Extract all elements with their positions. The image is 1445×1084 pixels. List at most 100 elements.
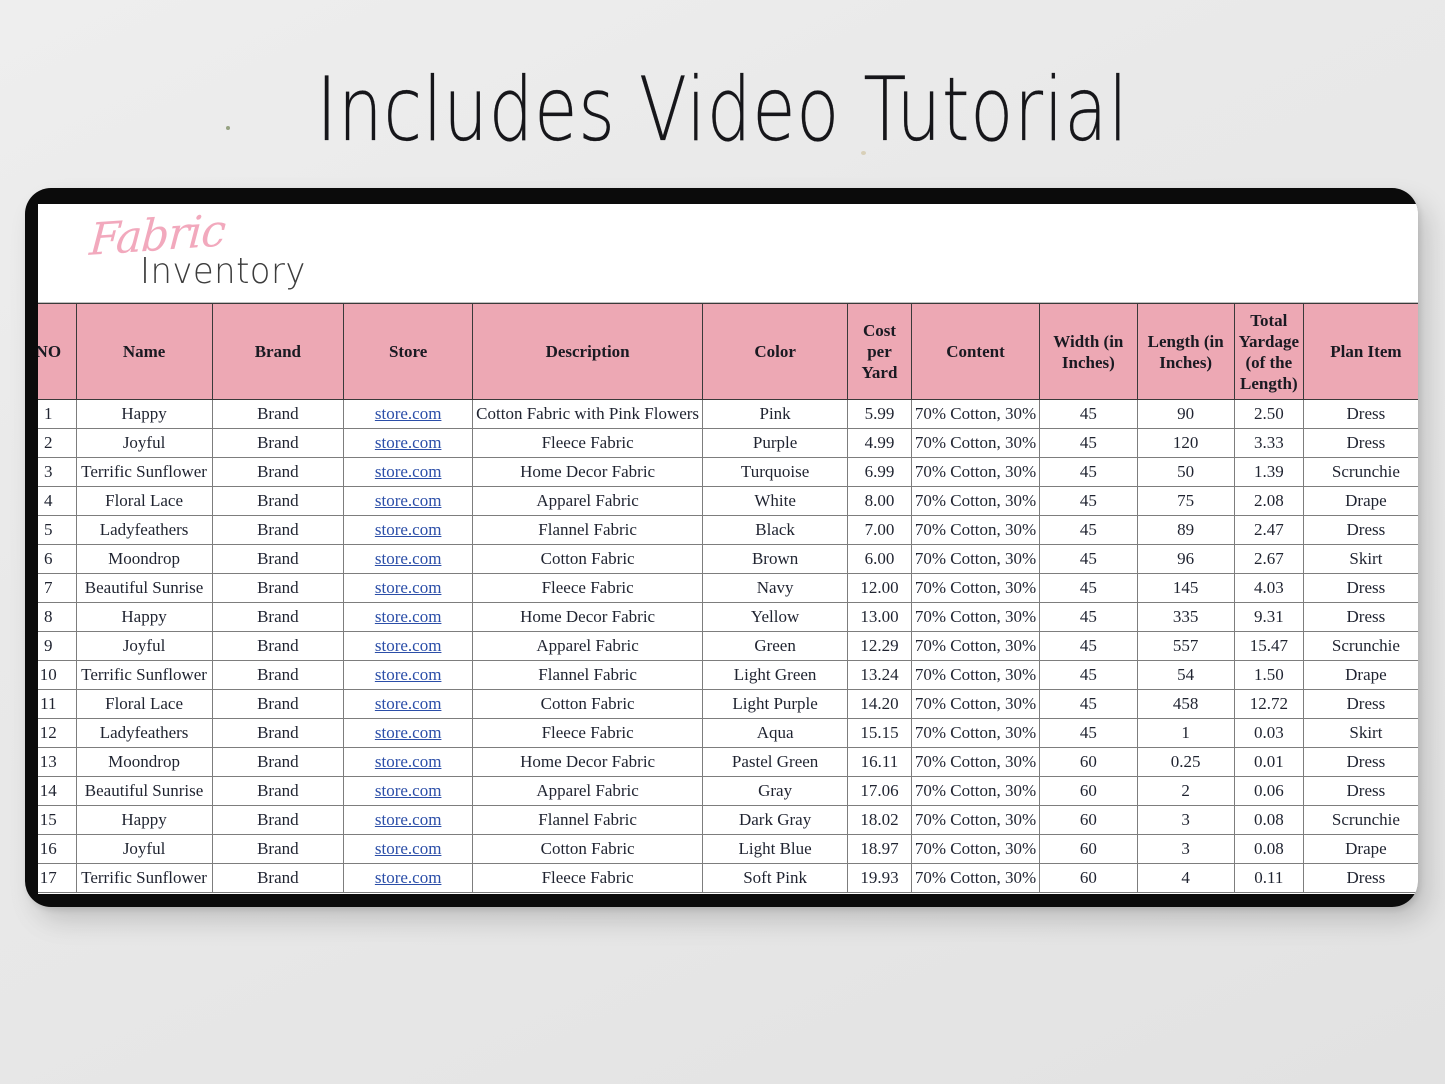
row-cell-color[interactable]: Turquoise <box>702 457 849 487</box>
row-cell-width[interactable]: 45 <box>1039 718 1138 748</box>
row-cell-name[interactable]: Terrific Sunflower <box>75 660 213 690</box>
row-cell-width[interactable]: 60 <box>1039 863 1138 893</box>
row-cell-color[interactable]: Aqua <box>702 718 849 748</box>
row-cell-yardage[interactable]: 0.08 <box>1233 805 1304 835</box>
row-cell-cost[interactable]: 13.24 <box>847 660 912 690</box>
row-cell-no[interactable]: 10 <box>38 660 77 690</box>
row-cell-description[interactable]: Fleece Fabric <box>472 863 704 893</box>
row-cell-no[interactable]: 2 <box>38 428 77 458</box>
row-cell-name[interactable]: Moondrop <box>75 747 213 777</box>
row-cell-yardage[interactable]: 4.03 <box>1233 573 1304 603</box>
row-cell-content[interactable]: 70% Cotton, 30% <box>910 689 1041 719</box>
row-cell-yardage[interactable]: 2.08 <box>1233 486 1304 516</box>
row-cell-no[interactable]: 17 <box>38 863 77 893</box>
row-cell-content[interactable]: 70% Cotton, 30% <box>910 660 1041 690</box>
row-cell-brand[interactable]: Brand <box>211 805 345 835</box>
row-cell-store[interactable]: store.com <box>343 515 474 545</box>
row-cell-color[interactable]: Light Blue <box>702 834 849 864</box>
row-cell-no[interactable]: 4 <box>38 486 77 516</box>
row-cell-length[interactable]: 120 <box>1136 428 1235 458</box>
row-cell-color[interactable]: Light Purple <box>702 689 849 719</box>
row-cell-name[interactable]: Joyful <box>75 834 213 864</box>
row-cell-description[interactable]: Home Decor Fabric <box>472 457 704 487</box>
row-cell-brand[interactable]: Brand <box>211 776 345 806</box>
row-cell-plan[interactable]: Skirt <box>1302 718 1418 748</box>
row-cell-brand[interactable]: Brand <box>211 544 345 574</box>
row-cell-description[interactable]: Fleece Fabric <box>472 428 704 458</box>
row-cell-store[interactable]: store.com <box>343 544 474 574</box>
row-cell-width[interactable]: 45 <box>1039 515 1138 545</box>
row-cell-description[interactable]: Cotton Fabric with Pink Flowers <box>472 399 704 429</box>
row-cell-no[interactable]: 6 <box>38 544 77 574</box>
row-cell-cost[interactable]: 5.99 <box>847 399 912 429</box>
row-cell-content[interactable]: 70% Cotton, 30% <box>910 457 1041 487</box>
row-cell-length[interactable]: 50 <box>1136 457 1235 487</box>
row-cell-name[interactable]: Moondrop <box>75 544 213 574</box>
row-cell-description[interactable]: Apparel Fabric <box>472 631 704 661</box>
row-cell-width[interactable]: 45 <box>1039 486 1138 516</box>
column-header-plan[interactable]: Plan Item <box>1302 303 1418 400</box>
row-cell-plan[interactable]: Dress <box>1302 863 1418 893</box>
row-cell-yardage[interactable]: 3.33 <box>1233 428 1304 458</box>
table-row[interactable]: 12 Ladyfeathers Brand store.com Fleece Fabri… <box>38 718 1418 748</box>
row-cell-store[interactable]: store.com <box>343 834 474 864</box>
table-row[interactable]: 1 Happy Brand store.com Cotton Fabric with P… <box>38 399 1418 429</box>
row-cell-yardage[interactable]: 12.72 <box>1233 689 1304 719</box>
row-cell-store[interactable]: store.com <box>343 718 474 748</box>
table-row[interactable]: 17 Terrific Sunflower Brand store.com Fleece… <box>38 863 1418 893</box>
row-cell-color[interactable]: Navy <box>702 573 849 603</box>
row-cell-cost[interactable]: 13.00 <box>847 602 912 632</box>
fabric-inventory-table[interactable]: NO Name Brand Store Description Color Co… <box>38 303 1418 893</box>
row-cell-name[interactable]: Happy <box>75 805 213 835</box>
row-cell-brand[interactable]: Brand <box>211 834 345 864</box>
row-cell-name[interactable]: Terrific Sunflower <box>75 863 213 893</box>
column-header-brand[interactable]: Brand <box>211 303 345 400</box>
row-cell-width[interactable]: 60 <box>1039 834 1138 864</box>
row-cell-plan[interactable]: Dress <box>1302 399 1418 429</box>
row-cell-color[interactable]: Brown <box>702 544 849 574</box>
row-cell-content[interactable]: 70% Cotton, 30% <box>910 863 1041 893</box>
row-cell-cost[interactable]: 4.99 <box>847 428 912 458</box>
row-cell-plan[interactable]: Dress <box>1302 515 1418 545</box>
row-cell-description[interactable]: Fleece Fabric <box>472 718 704 748</box>
row-cell-plan[interactable]: Drape <box>1302 834 1418 864</box>
row-cell-yardage[interactable]: 0.01 <box>1233 747 1304 777</box>
row-cell-color[interactable]: Yellow <box>702 602 849 632</box>
store-link[interactable]: store.com <box>375 549 442 568</box>
row-cell-color[interactable]: Gray <box>702 776 849 806</box>
table-row[interactable]: 8 Happy Brand store.com Home Decor Fabric Yel… <box>38 602 1418 632</box>
store-link[interactable]: store.com <box>375 781 442 800</box>
store-link[interactable]: store.com <box>375 694 442 713</box>
row-cell-yardage[interactable]: 2.47 <box>1233 515 1304 545</box>
row-cell-description[interactable]: Cotton Fabric <box>472 834 704 864</box>
row-cell-cost[interactable]: 18.02 <box>847 805 912 835</box>
row-cell-cost[interactable]: 19.93 <box>847 863 912 893</box>
row-cell-no[interactable]: 3 <box>38 457 77 487</box>
column-header-width[interactable]: Width (in Inches) <box>1039 303 1138 400</box>
row-cell-plan[interactable]: Scrunchie <box>1302 457 1418 487</box>
row-cell-no[interactable]: 7 <box>38 573 77 603</box>
row-cell-length[interactable]: 557 <box>1136 631 1235 661</box>
row-cell-store[interactable]: store.com <box>343 486 474 516</box>
row-cell-length[interactable]: 3 <box>1136 805 1235 835</box>
column-header-cost[interactable]: Cost per Yard <box>847 303 912 400</box>
table-row[interactable]: 16 Joyful Brand store.com Cotton Fabric Light… <box>38 834 1418 864</box>
column-header-description[interactable]: Description <box>472 303 704 400</box>
row-cell-plan[interactable]: Dress <box>1302 689 1418 719</box>
row-cell-plan[interactable]: Skirt <box>1302 544 1418 574</box>
row-cell-brand[interactable]: Brand <box>211 689 345 719</box>
row-cell-cost[interactable]: 7.00 <box>847 515 912 545</box>
row-cell-color[interactable]: White <box>702 486 849 516</box>
table-row[interactable]: 4 Floral Lace Brand store.com Apparel Fabric… <box>38 486 1418 516</box>
row-cell-width[interactable]: 45 <box>1039 660 1138 690</box>
row-cell-description[interactable]: Home Decor Fabric <box>472 747 704 777</box>
row-cell-width[interactable]: 60 <box>1039 747 1138 777</box>
row-cell-length[interactable]: 54 <box>1136 660 1235 690</box>
row-cell-brand[interactable]: Brand <box>211 486 345 516</box>
row-cell-no[interactable]: 14 <box>38 776 77 806</box>
row-cell-length[interactable]: 335 <box>1136 602 1235 632</box>
row-cell-brand[interactable]: Brand <box>211 747 345 777</box>
row-cell-brand[interactable]: Brand <box>211 457 345 487</box>
row-cell-no[interactable]: 15 <box>38 805 77 835</box>
row-cell-description[interactable]: Flannel Fabric <box>472 805 704 835</box>
